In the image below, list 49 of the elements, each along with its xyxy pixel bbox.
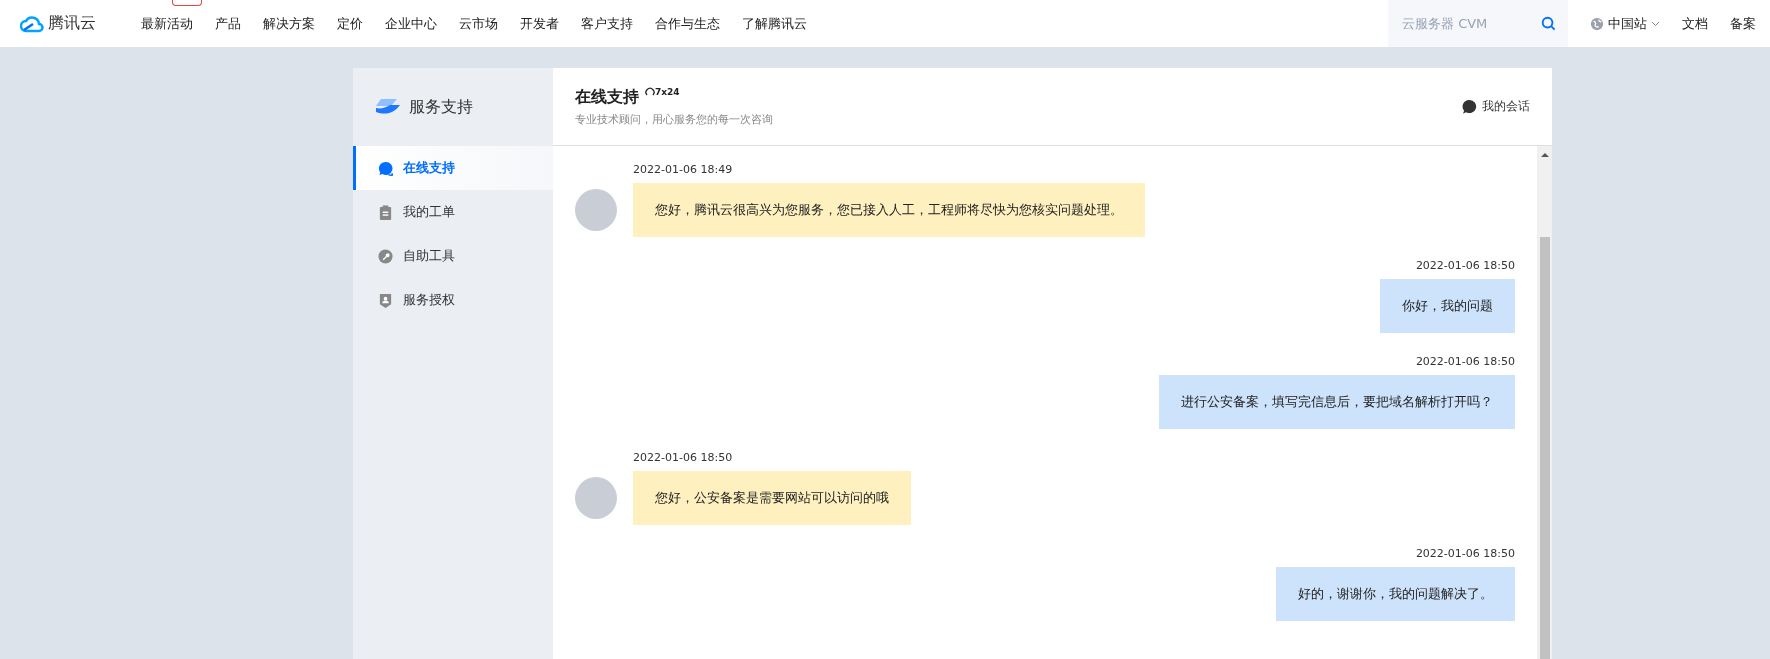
shield-user-icon — [378, 292, 393, 308]
search-icon[interactable] — [1541, 16, 1556, 31]
page-title: 在线支持 — [575, 86, 639, 108]
nav-link[interactable]: 产品 — [204, 0, 252, 47]
message-time: 2022-01-06 18:50 — [1415, 355, 1515, 368]
nav-link[interactable]: 合作与生态 — [644, 0, 731, 47]
cloud-logo-icon — [20, 14, 44, 33]
sidebar-item[interactable]: 自助工具 — [353, 234, 553, 278]
sidebar-item[interactable]: 服务授权 — [353, 278, 553, 322]
message-time: 2022-01-06 18:50 — [633, 451, 734, 464]
nav-link[interactable]: 云市场 — [448, 0, 509, 47]
chat-bubble-icon — [378, 160, 393, 176]
search-field[interactable]: 云服务器 CVM — [1388, 0, 1568, 47]
stacked-layers-icon — [375, 97, 401, 117]
scrollbar[interactable] — [1537, 146, 1552, 659]
nav-link[interactable]: 定价 — [326, 0, 374, 47]
avatar — [575, 477, 617, 519]
scroll-up-icon[interactable] — [1540, 152, 1549, 157]
brand-name[interactable]: 腾讯云 — [48, 13, 96, 34]
sidebar-item[interactable]: 在线支持 — [353, 146, 553, 190]
message-time: 2022-01-06 18:49 — [633, 163, 734, 176]
search-input[interactable]: 云服务器 CVM — [1400, 15, 1535, 32]
message-bubble: 进行公安备案，填写完信息后，要把域名解析打开吗？ — [1159, 375, 1515, 429]
nav-link[interactable]: 开发者 — [509, 0, 570, 47]
message-time: 2022-01-06 18:50 — [1415, 259, 1515, 272]
sidebar-title: 服务支持 — [409, 96, 473, 118]
speech-bubble-icon — [1462, 99, 1477, 114]
nav-link[interactable]: 解决方案 — [252, 0, 326, 47]
message-bubble: 你好，我的问题 — [1380, 279, 1515, 333]
nav-link[interactable]: 了解腾讯云 — [731, 0, 818, 47]
globe-icon — [1590, 16, 1604, 31]
nav-link[interactable]: 企业中心 — [374, 0, 448, 47]
nav-link[interactable]: 客户支持 — [570, 0, 644, 47]
page-subtitle: 专业技术顾问，用心服务您的每一次咨询 — [575, 111, 773, 127]
sidebar-item[interactable]: 我的工单 — [353, 190, 553, 234]
nav-link[interactable]: 最新活动 — [130, 0, 204, 47]
message-bubble: 您好，腾讯云很高兴为您服务，您已接入人工，工程师将尽快为您核实问题处理。 — [633, 183, 1145, 237]
message-time: 2022-01-06 18:50 — [1415, 547, 1515, 560]
nav-link[interactable]: 文档 — [1682, 14, 1708, 33]
wrench-icon — [378, 248, 393, 264]
availability-badge: 7x24 — [645, 86, 680, 97]
region-selector[interactable]: 中国站 — [1608, 14, 1647, 33]
avatar — [575, 189, 617, 231]
message-bubble: 好的，谢谢你，我的问题解决了。 — [1276, 567, 1515, 621]
nav-link[interactable]: 备案 — [1730, 14, 1756, 33]
clipboard-icon — [378, 204, 393, 220]
message-bubble: 您好，公安备案是需要网站可以访问的哦 — [633, 471, 911, 525]
my-sessions-link[interactable]: 我的会话 — [1462, 98, 1530, 115]
chevron-down-icon[interactable] — [1651, 20, 1660, 27]
